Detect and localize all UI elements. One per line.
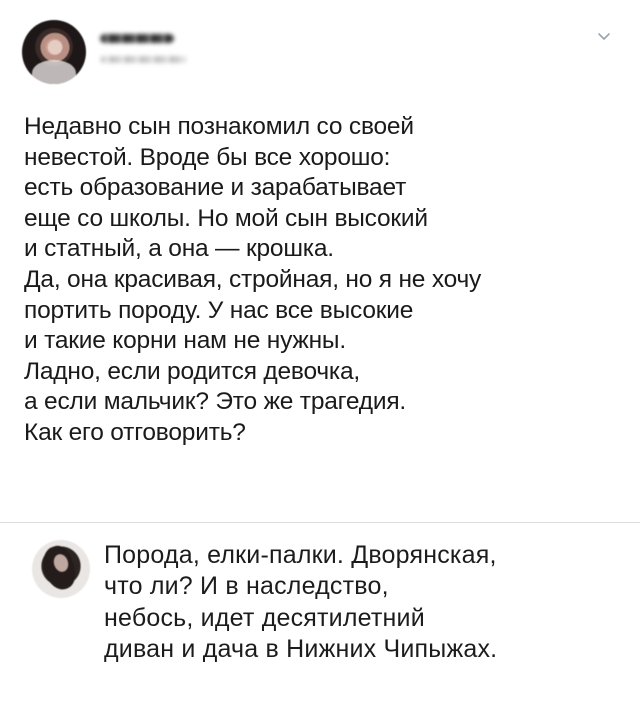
post-text-line: и статный, а она — крошка. [24,235,334,263]
post-text: Недавно сын познакомил со своей невестой… [24,112,624,449]
post-text-line: Как его отговорить? [24,418,246,446]
author-avatar[interactable] [22,20,86,84]
post-text-line: портить породу. У нас все высокие [24,296,414,324]
post-text-line: Да, она красивая, стройная, но я не хочу [24,265,482,293]
reply-text-line: небось, идет десятилетний [104,603,425,632]
chevron-down-icon[interactable] [593,26,615,48]
post-text-line: невестой. Вроде бы все хорошо: [24,143,391,171]
reply-text: Порода, елки-палки. Дворянская, что ли? … [104,540,624,665]
post-text-line: Ладно, если родится девочка, [24,357,361,385]
author-handle-obscured [100,56,186,63]
post: Недавно сын познакомил со своей невестой… [0,0,640,520]
reply-text-line: Порода, елки-палки. Дворянская, [104,541,497,569]
reply-text-line: что ли? И в наследство, [104,572,389,601]
post-text-line: и такие корни нам не нужны. [24,327,346,355]
post-text-line: Недавно сын познакомил со своей [24,113,414,140]
post-text-line: а если мальчик? Это же трагедия. [24,388,407,416]
reply-text-line: диван и дача в Нижних Чипыжах. [104,634,498,663]
reply-author-avatar[interactable] [32,540,90,598]
divider [0,522,640,523]
author-name-obscured[interactable] [100,34,174,43]
post-text-line: еще со школы. Но мой сын высокий [24,204,428,232]
post-text-line: есть образование и зарабатывает [24,174,407,202]
